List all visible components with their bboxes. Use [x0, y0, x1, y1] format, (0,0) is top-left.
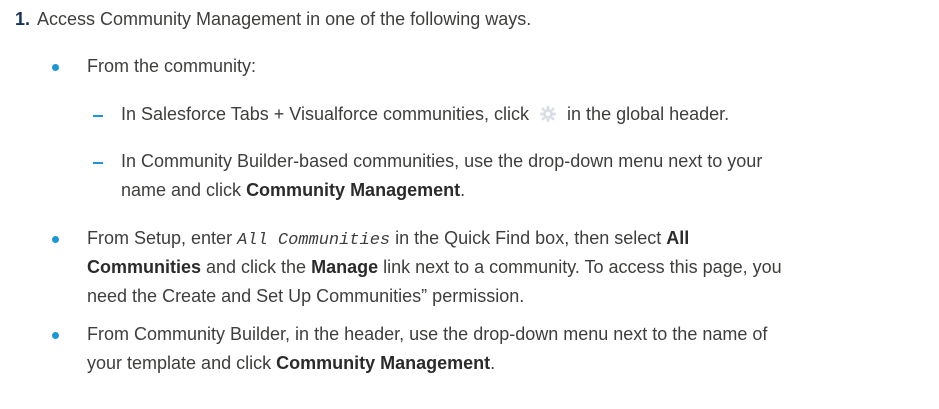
gear-icon [538, 105, 558, 123]
instruction-document: 1. Access Community Management in one of… [0, 0, 939, 409]
text-segment: your template and click [87, 353, 277, 373]
bullet-text-from-community: From the community: [87, 56, 257, 76]
community-management-term: Community Management [276, 353, 491, 373]
community-management-term: Community Management [246, 180, 461, 200]
sub-item-text: in the global header. [567, 104, 730, 124]
text-segment: and click the [201, 257, 312, 277]
manage-term: Manage [311, 257, 379, 277]
sub-item-builder-line1: In Community Builder-based communities, … [121, 151, 763, 171]
communities-term: Communities [87, 257, 202, 277]
sub-item-builder-line2: name and click Community Management. [121, 180, 465, 201]
bullet-setup-line1: From Setup, enter All Communities in the… [87, 228, 689, 250]
text-segment: name and click [121, 180, 247, 200]
bullet-setup-line3: need the Create and Set Up Communities” … [87, 286, 525, 306]
sub-item-tabs-visualforce: In Salesforce Tabs + Visualforce communi… [121, 104, 729, 125]
bullet-builder-line1: From Community Builder, in the header, u… [87, 324, 768, 344]
text-segment: From Setup, enter [87, 228, 238, 248]
sub-item-text: In Salesforce Tabs + Visualforce communi… [121, 104, 530, 124]
all-term: All [666, 228, 690, 248]
bullet-setup-line2: Communities and click the Manage link ne… [87, 257, 782, 278]
text-segment: link next to a community. To access this… [378, 257, 782, 277]
text-segment: . [490, 353, 496, 373]
bullet-marker [52, 64, 59, 71]
bullet-marker [52, 236, 59, 243]
text-segment: . [460, 180, 466, 200]
code-all-communities: All Communities [237, 231, 391, 250]
step-number: 1. [14, 9, 30, 29]
bullet-builder-line2: your template and click Community Manage… [87, 353, 495, 374]
bullet-marker [52, 332, 59, 339]
dash-marker [93, 162, 103, 164]
step-text: Access Community Management in one of th… [37, 9, 532, 29]
dash-marker [93, 115, 103, 117]
text-segment: in the Quick Find box, then select [390, 228, 667, 248]
